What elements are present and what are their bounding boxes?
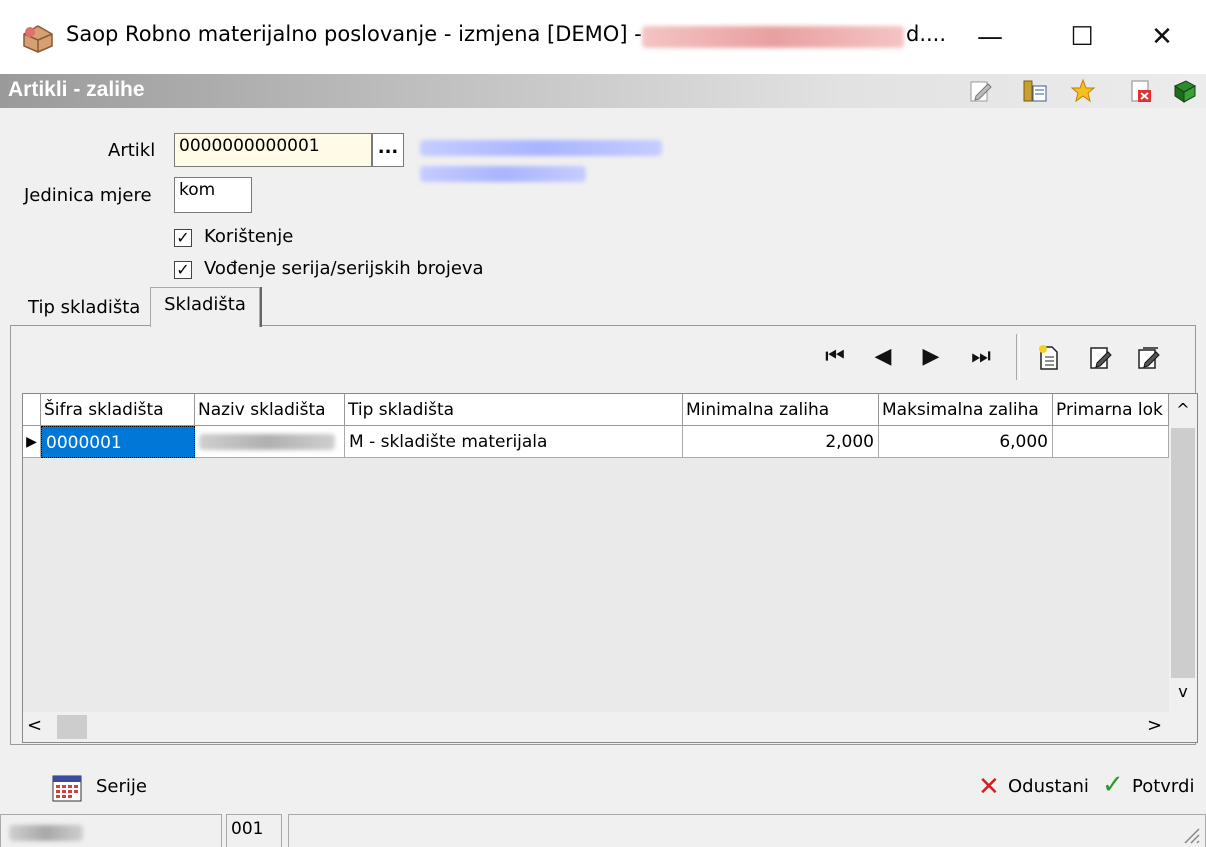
column-header-tip[interactable]: Tip skladišta (345, 394, 683, 426)
redacted-company-name (642, 26, 904, 48)
delete-document-icon[interactable] (1128, 78, 1154, 104)
column-header-sifra[interactable]: Šifra skladišta (41, 394, 195, 426)
minimize-button[interactable]: — (944, 0, 1036, 74)
potvrdi-button[interactable]: ✓ Potvrdi (1102, 770, 1206, 806)
new-record-icon[interactable] (1036, 344, 1062, 372)
table-cell-tip[interactable]: M - skladište materijala (345, 426, 683, 458)
column-header-naziv[interactable]: Naziv skladišta (195, 394, 345, 426)
columns-icon[interactable] (1022, 78, 1048, 104)
window-title: Saop Robno materijalno poslovanje - izmj… (66, 22, 642, 46)
artikl-input[interactable]: 0000000000001 (174, 133, 372, 167)
jedinica-mjere-input[interactable]: kom (174, 177, 252, 213)
artikl-label: Artikl (108, 140, 156, 161)
row-indicator-header (23, 394, 41, 426)
next-record-icon[interactable]: ▶ (916, 342, 946, 372)
redacted-article-name (420, 140, 662, 156)
calendar-icon (52, 775, 82, 802)
app-box-icon (23, 25, 53, 53)
koristenje-checkbox[interactable]: ✓ (174, 229, 192, 247)
vertical-scroll-thumb[interactable] (1171, 428, 1195, 678)
odustani-button[interactable]: ✕ Odustani (978, 770, 1098, 806)
help-book-icon[interactable] (1172, 78, 1198, 104)
tab-tip-skladista[interactable]: Tip skladišta (20, 292, 148, 324)
section-title: Artikli - zalihe (8, 78, 145, 101)
section-header: Artikli - zalihe (0, 74, 1206, 108)
jedinica-mjere-label: Jedinica mjere (24, 185, 152, 206)
title-bar: Saop Robno materijalno poslovanje - izmj… (0, 0, 1206, 74)
skladista-grid[interactable]: Šifra skladišta Naziv skladišta Tip skla… (22, 393, 1198, 743)
horizontal-scrollbar[interactable]: < > (23, 712, 1197, 742)
prev-record-icon[interactable]: ◀ (868, 342, 898, 372)
close-button[interactable]: ✕ (1118, 0, 1206, 74)
odustani-button-label: Odustani (1008, 776, 1089, 797)
column-header-primarna[interactable]: Primarna lok (1053, 394, 1169, 426)
table-cell-naziv[interactable] (195, 426, 345, 458)
status-panel-message (288, 814, 1206, 847)
tab-skladista[interactable]: Skladišta (150, 287, 260, 327)
potvrdi-button-label: Potvrdi (1132, 776, 1195, 797)
edit-multiple-icon[interactable] (1136, 344, 1162, 372)
column-header-max[interactable]: Maksimalna zaliha (879, 394, 1053, 426)
scroll-down-icon[interactable]: v (1171, 682, 1195, 706)
edit-record-icon[interactable] (1088, 344, 1114, 372)
scroll-left-icon[interactable]: < (27, 715, 47, 739)
favorite-star-icon[interactable] (1070, 78, 1096, 104)
window-title-suffix: d.... (906, 22, 947, 46)
serije-label: Vođenje serija/serijskih brojeva (204, 258, 484, 279)
redacted-warehouse-name (199, 434, 335, 450)
scroll-right-icon[interactable]: > (1147, 715, 1167, 739)
toolbar-separator (1016, 334, 1020, 380)
table-cell-max[interactable]: 6,000 (879, 426, 1053, 458)
table-cell-sifra[interactable]: 0000001 (41, 426, 195, 458)
table-cell-primarna[interactable] (1053, 426, 1169, 458)
column-header-min[interactable]: Minimalna zaliha (683, 394, 879, 426)
confirm-check-icon: ✓ (1102, 770, 1124, 800)
redacted-user (9, 825, 83, 841)
horizontal-scroll-thumb[interactable] (57, 715, 87, 739)
status-panel-code: 001 (226, 814, 282, 847)
cancel-x-icon: ✕ (978, 772, 1000, 802)
edit-note-icon[interactable] (968, 78, 994, 104)
row-indicator: ▶ (23, 426, 41, 458)
artikl-browse-button[interactable]: ... (372, 133, 404, 167)
koristenje-label: Korištenje (204, 226, 294, 247)
last-record-icon[interactable]: ⏭ (966, 342, 996, 372)
status-panel-user (0, 814, 222, 847)
resize-grip-icon[interactable] (1181, 825, 1201, 845)
redacted-article-name-line2 (420, 166, 586, 182)
maximize-button[interactable]: ☐ (1036, 0, 1128, 74)
scroll-up-icon[interactable]: ^ (1171, 400, 1195, 424)
first-record-icon[interactable]: ⏮ (820, 342, 850, 372)
serije-checkbox[interactable]: ✓ (174, 261, 192, 279)
table-cell-min[interactable]: 2,000 (683, 426, 879, 458)
serije-button-label: Serije (96, 776, 147, 797)
